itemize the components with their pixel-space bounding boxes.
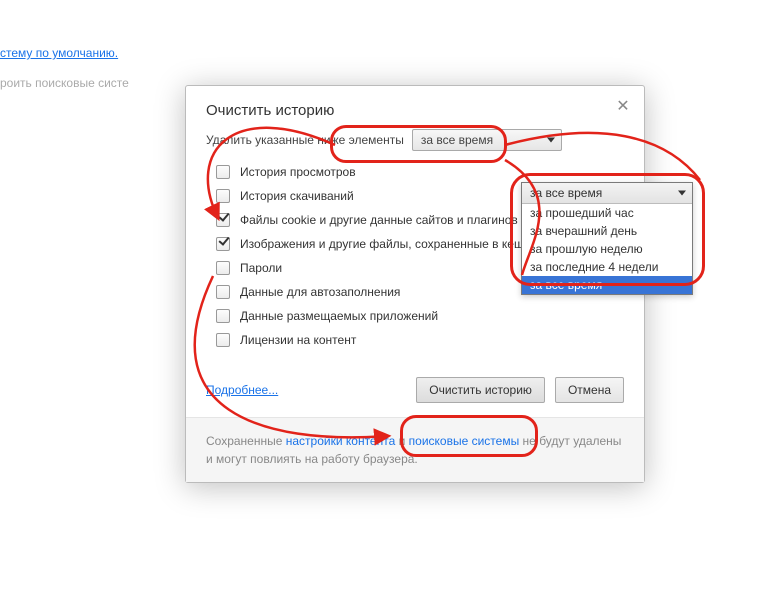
dropdown-header-value: за все время [530, 186, 602, 200]
search-engines-link[interactable]: поисковые системы [409, 434, 520, 448]
chevron-down-icon [678, 191, 686, 196]
dropdown-header[interactable]: за все время [522, 183, 692, 204]
more-link[interactable]: Подробнее... [206, 383, 278, 397]
delete-elements-row: Удалить указанные ниже элементы за все в… [206, 129, 624, 151]
time-range-dropdown-expanded: за все время за прошедший часза вчерашни… [521, 182, 693, 295]
dropdown-option[interactable]: за вчерашний день [522, 222, 692, 240]
close-icon[interactable]: ✕ [616, 100, 630, 114]
dropdown-option[interactable]: за прошлую неделю [522, 240, 692, 258]
checkbox-label: Файлы cookie и другие данные сайтов и пл… [240, 213, 518, 227]
clear-history-button[interactable]: Очистить историю [416, 377, 545, 403]
time-range-select[interactable]: за все время [412, 129, 562, 151]
content-settings-link[interactable]: настройки контента [286, 434, 396, 448]
checkbox-label: Изображения и другие файлы, сохраненные … [240, 237, 530, 251]
dropdown-option[interactable]: за прошедший час [522, 204, 692, 222]
checkbox-label: Лицензии на контент [240, 333, 356, 347]
checkbox[interactable] [216, 309, 230, 323]
checkbox[interactable] [216, 213, 230, 227]
delete-elements-label: Удалить указанные ниже элементы [206, 133, 404, 147]
checkbox-label: Данные размещаемых приложений [240, 309, 438, 323]
dialog-title: Очистить историю [206, 102, 334, 119]
cancel-button[interactable]: Отмена [555, 377, 624, 403]
checkbox-label: История скачиваний [240, 189, 354, 203]
checkbox[interactable] [216, 165, 230, 179]
chevron-down-icon [547, 138, 555, 143]
checkbox-label: История просмотров [240, 165, 356, 179]
bg-search-engines-text: роить поисковые систе [0, 76, 129, 90]
checkbox[interactable] [216, 285, 230, 299]
time-range-value: за все время [421, 133, 493, 147]
checkbox[interactable] [216, 333, 230, 347]
dialog-footer: Подробнее... Очистить историю Отмена [186, 369, 644, 417]
checkbox-row[interactable]: История просмотров [216, 165, 624, 179]
dialog-note: Сохраненные настройки контента и поисков… [186, 417, 644, 482]
checkbox-row[interactable]: Данные размещаемых приложений [216, 309, 624, 323]
checkbox[interactable] [216, 261, 230, 275]
note-mid: и [395, 434, 408, 448]
dropdown-option[interactable]: за последние 4 недели [522, 258, 692, 276]
bg-default-system-link[interactable]: стему по умолчанию. [0, 46, 118, 60]
dialog-header: Очистить историю ✕ [186, 86, 644, 129]
note-prefix: Сохраненные [206, 434, 286, 448]
dropdown-option[interactable]: за все время [522, 276, 692, 294]
checkbox-row[interactable]: Лицензии на контент [216, 333, 624, 347]
checkbox-label: Пароли [240, 261, 282, 275]
checkbox-label: Данные для автозаполнения [240, 285, 400, 299]
checkbox[interactable] [216, 237, 230, 251]
checkbox[interactable] [216, 189, 230, 203]
